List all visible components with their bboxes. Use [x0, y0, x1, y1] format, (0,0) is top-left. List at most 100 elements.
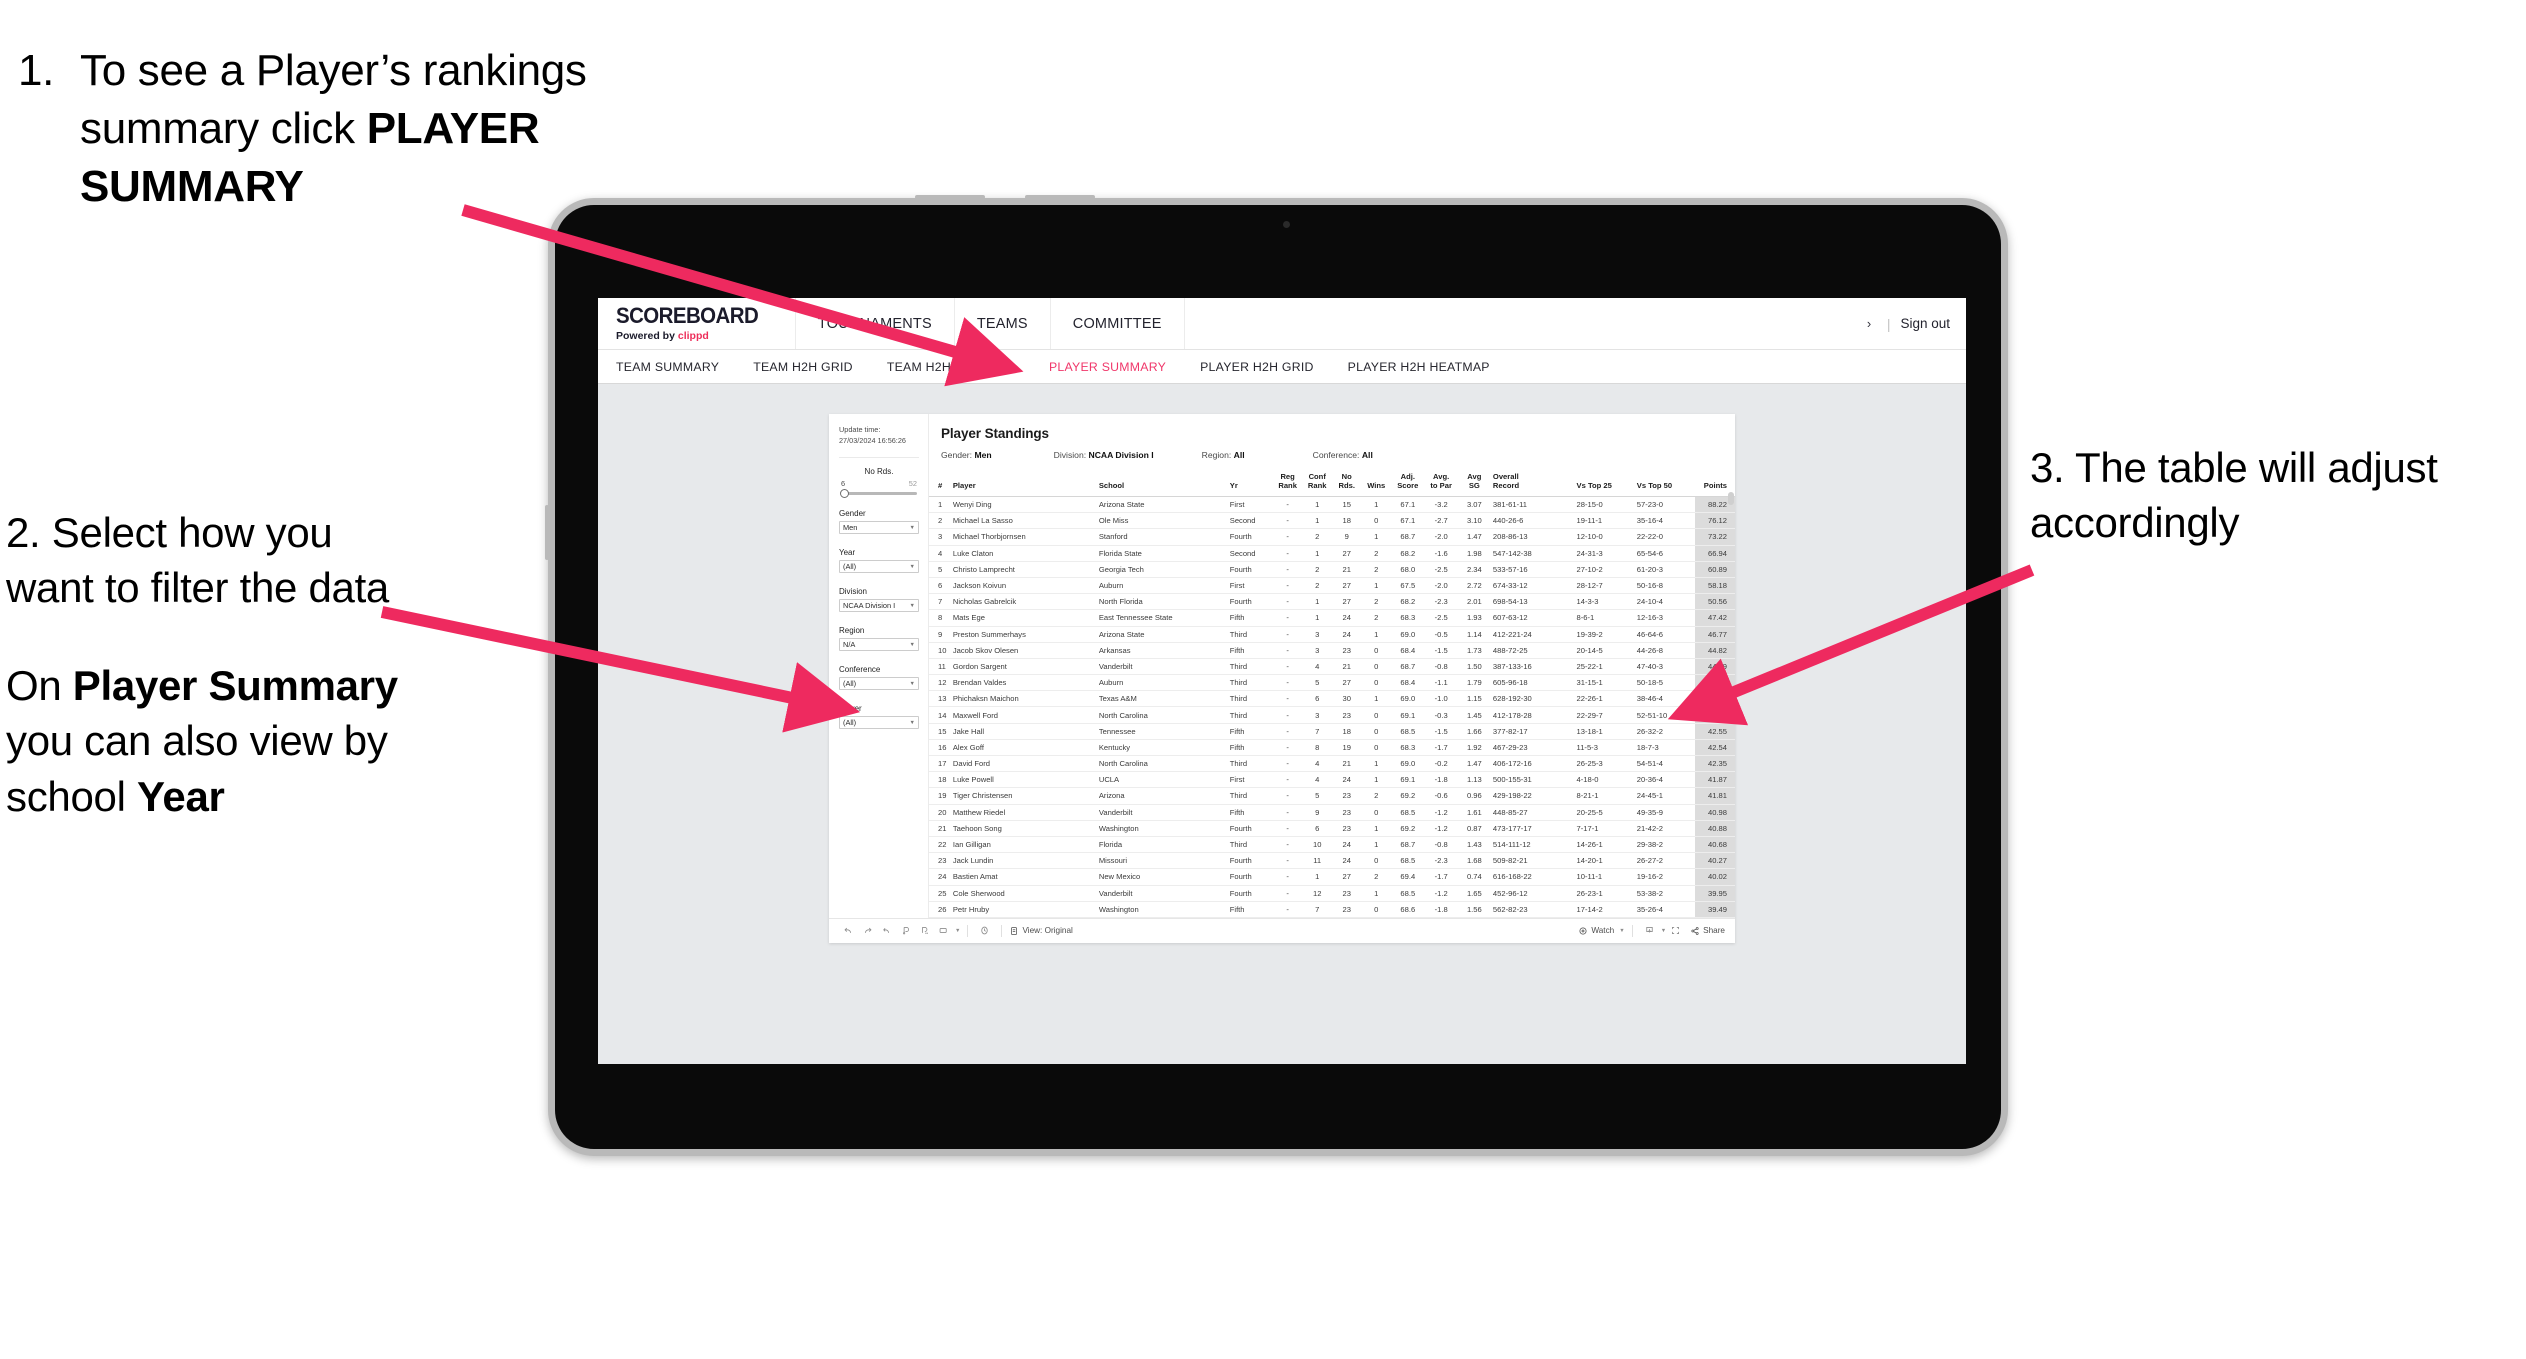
table-header-row: # Player School Yr Reg Rank Conf Rank No Rd…: [929, 471, 1735, 497]
table-row[interactable]: 11 Gordon Sargent Vanderbilt Third -4 21 0 68.7…: [929, 658, 1735, 676]
filter-year-select[interactable]: (All) ▼: [839, 560, 919, 574]
filter-region-select[interactable]: N/A ▼: [839, 638, 919, 652]
tab-team-h2h-grid[interactable]: TEAM H2H GRID: [753, 360, 853, 374]
table-row[interactable]: 22 Ian Gilligan Florida Third -10 24 1 68.7 -0.8…: [929, 836, 1735, 854]
fullscreen-icon[interactable]: [1666, 921, 1685, 940]
slider-handle[interactable]: [840, 489, 849, 499]
tab-player-summary[interactable]: PLAYER SUMMARY: [1049, 360, 1166, 374]
col-rank[interactable]: #: [929, 471, 951, 497]
logo-brand-clippd: clippd: [677, 329, 709, 342]
table-row[interactable]: 5 Christo Lamprecht Georgia Tech Fourth -2 21…: [929, 561, 1735, 578]
table-row[interactable]: 12 Brendan Valdes Auburn Third -5 27 0 68.4 -1.1…: [929, 674, 1735, 692]
table-row[interactable]: 19 Tiger Christensen Arizona Third -5 23 2 69.2…: [929, 787, 1735, 805]
update-time-label: Update time:: [839, 425, 881, 434]
filter-conference-select[interactable]: (All) ▼: [839, 677, 919, 691]
table-row[interactable]: 6 Jackson Koivun Auburn First -2 27 1 67.5 -2.0 2…: [929, 577, 1735, 595]
refresh-icon[interactable]: [896, 921, 915, 940]
table-row[interactable]: 13 Phichaksn Maichon Texas A&M Third -6 30 1 69…: [929, 690, 1735, 708]
table-row[interactable]: 18 Luke Powell UCLA First -4 24 1 69.1 -1.8 1.13 5…: [929, 771, 1735, 789]
table-row[interactable]: 15 Jake Hall Tennessee Fifth -7 18 0 68.5 -1.5 1.…: [929, 723, 1735, 740]
table-cell-yr: Fourth: [1227, 820, 1273, 837]
table-row[interactable]: 4 Luke Claton Florida State Second -1 27 2 68.2…: [929, 545, 1735, 562]
col-wins[interactable]: Wins: [1361, 471, 1392, 497]
share-button[interactable]: Share: [1690, 926, 1725, 936]
table-cell-player: Michael Thorbjornsen: [950, 528, 1097, 546]
filter-gender-select[interactable]: Men ▼: [839, 521, 919, 535]
table-cell-yr: Fifth: [1227, 739, 1273, 757]
table-cell-t50: 47-40-3: [1634, 658, 1696, 676]
table-row[interactable]: 26 Petr Hruby Washington Fifth -7 23 0 68.6 -1.8…: [929, 901, 1735, 918]
table-cell-wins: 0: [1361, 642, 1392, 659]
no-rounds-slider[interactable]: 6 52: [839, 479, 919, 499]
table-cell-reg: -: [1272, 804, 1303, 821]
col-adj-score[interactable]: Adj. Score: [1391, 471, 1425, 497]
undo-icon[interactable]: [839, 921, 858, 940]
filter-no-rounds: No Rds. 6 52: [839, 467, 919, 499]
col-reg-rank[interactable]: Reg Rank: [1272, 471, 1303, 497]
table-row[interactable]: 25 Cole Sherwood Vanderbilt Fourth -12 23 1 68.…: [929, 885, 1735, 902]
table-row[interactable]: 17 David Ford North Carolina Third -4 21 1 69.0…: [929, 755, 1735, 773]
col-overall-record[interactable]: Overall Record: [1490, 471, 1575, 497]
view-original-button[interactable]: View: Original: [1009, 926, 1073, 936]
pause-icon[interactable]: [915, 921, 934, 940]
table-row[interactable]: 2 Michael La Sasso Ole Miss Second -1 18 0 67.1…: [929, 512, 1735, 530]
table-cell-wins: 1: [1361, 885, 1392, 902]
table-cell-t50: 20-36-4: [1634, 771, 1696, 789]
table-cell-wins: 1: [1361, 771, 1392, 789]
col-vs-top-25[interactable]: Vs Top 25: [1574, 471, 1635, 497]
table-row[interactable]: 16 Alex Goff Kentucky Fifth -8 19 0 68.3 -1.7 1.9…: [929, 739, 1735, 757]
device-layout-icon[interactable]: [934, 921, 953, 940]
table-cell-no: 24: [1332, 836, 1362, 854]
nav-item-committee[interactable]: COMMITTEE: [1051, 298, 1185, 349]
col-conf-rank[interactable]: Conf Rank: [1302, 471, 1332, 497]
revert-icon[interactable]: [877, 921, 896, 940]
nav-item-tournaments[interactable]: TOURNAMENTS: [794, 298, 955, 349]
table-cell-conf: 1: [1302, 593, 1332, 611]
col-player[interactable]: Player: [950, 471, 1097, 497]
sign-out-button[interactable]: Sign out: [1900, 316, 1950, 331]
tab-team-summary[interactable]: TEAM SUMMARY: [616, 360, 719, 374]
col-yr[interactable]: Yr: [1227, 471, 1273, 497]
history-icon[interactable]: [975, 921, 994, 940]
table-cell-conf: 1: [1302, 512, 1332, 530]
table-cell-par: -0.8: [1424, 658, 1458, 676]
table-row[interactable]: 9 Preston Summerhays Arizona State Third -3 2…: [929, 626, 1735, 643]
table-cell-par: -2.0: [1424, 577, 1458, 595]
table-cell-yr: Third: [1227, 755, 1273, 773]
table-row[interactable]: 21 Taehoon Song Washington Fourth -6 23 1 69.2-…: [929, 820, 1735, 837]
tab-player-h2h-grid[interactable]: PLAYER H2H GRID: [1200, 360, 1314, 374]
table-cell-player: Alex Goff: [950, 739, 1097, 757]
table-cell-player: Luke Claton: [950, 545, 1097, 562]
table-row[interactable]: 23 Jack Lundin Missouri Fourth -11 24 0 68.5 -2.…: [929, 852, 1735, 870]
download-icon[interactable]: [1640, 921, 1659, 940]
table-row[interactable]: 20 Matthew Riedel Vanderbilt Fifth -9 23 0 68.5…: [929, 804, 1735, 821]
filter-conference: Conference (All) ▼: [839, 665, 919, 691]
col-school[interactable]: School: [1096, 471, 1228, 497]
col-no-rds[interactable]: No Rds.: [1332, 471, 1362, 497]
filter-division-select[interactable]: NCAA Division I ▼: [839, 599, 919, 613]
table-cell-adj: 69.0: [1391, 690, 1425, 708]
table-row[interactable]: 24 Bastien Amat New Mexico Fourth -1 27 2 69.4-…: [929, 868, 1735, 886]
table-row[interactable]: 3 Michael Thorbjornsen Stanford Fourth -2 9 1 6…: [929, 528, 1735, 546]
nav-item-teams[interactable]: TEAMS: [955, 298, 1051, 349]
table-cell-rec: 628-192-30: [1490, 690, 1575, 708]
table-row[interactable]: 10 Jacob Skov Olesen Arkansas Fifth -3 23 0 68.…: [929, 642, 1735, 659]
table-row[interactable]: 14 Maxwell Ford North Carolina Third -3 23 0 69…: [929, 706, 1735, 724]
chevron-down-icon[interactable]: ▼: [955, 928, 960, 934]
vertical-scrollbar-thumb[interactable]: [1728, 492, 1734, 505]
tab-player-h2h-heatmap[interactable]: PLAYER H2H HEATMAP: [1348, 360, 1490, 374]
col-avg-sg[interactable]: Avg SG: [1457, 471, 1491, 497]
slider-track[interactable]: [840, 489, 917, 499]
table-row[interactable]: 1 Wenyi Ding Arizona State First -1 15 1 67.1 -3…: [929, 496, 1735, 514]
table-cell-wins: 1: [1361, 755, 1392, 773]
table-cell-t50: 65-54-6: [1634, 545, 1696, 562]
watch-button[interactable]: Watch ▼: [1578, 926, 1625, 936]
col-avg-to-par[interactable]: Avg. to Par: [1424, 471, 1458, 497]
table-row[interactable]: 7 Nicholas Gabrelcik North Florida Fourth -1…: [929, 593, 1735, 611]
table-row[interactable]: 8 Mats Ege East Tennessee State Fifth -1 24 2 6…: [929, 609, 1735, 627]
tablet-device-frame: SCOREBOARD Powered by clippd TOURNAMENTS…: [545, 195, 2008, 1156]
col-vs-top-50[interactable]: Vs Top 50: [1634, 471, 1696, 497]
filter-player-select[interactable]: (All) ▼: [839, 716, 919, 730]
tab-team-h2h-heatmap[interactable]: TEAM H2H HEATMAP: [887, 360, 1015, 374]
redo-icon[interactable]: [858, 921, 877, 940]
